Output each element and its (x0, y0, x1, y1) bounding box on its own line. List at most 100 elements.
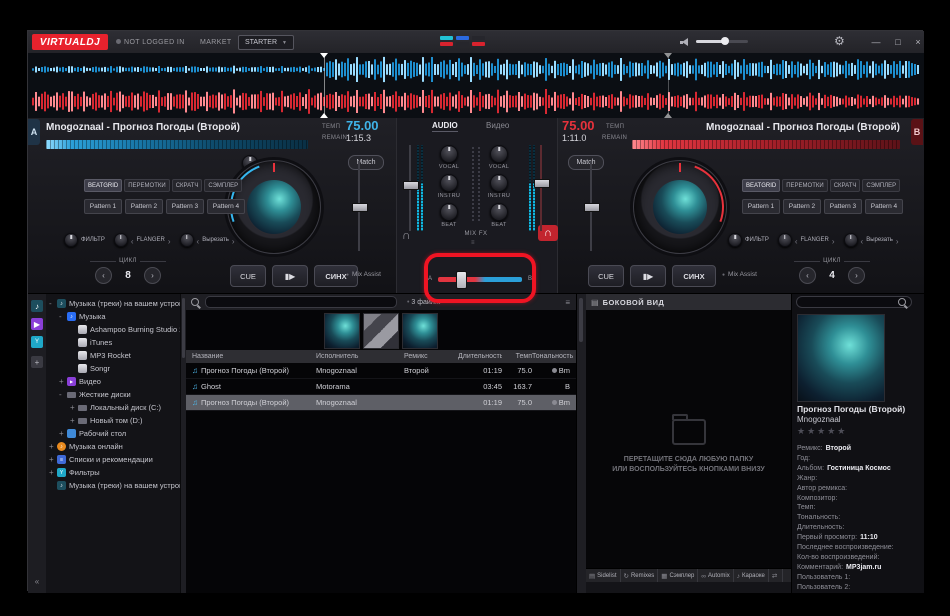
close-button[interactable]: × (910, 34, 926, 49)
expander-icon[interactable]: - (59, 390, 67, 399)
mix-assist-toggle[interactable]: Mix Assist (346, 271, 381, 278)
search-input[interactable] (205, 296, 397, 308)
cue-button[interactable]: CUE (230, 265, 266, 287)
view-toggle-icon[interactable]: ≡ (565, 298, 570, 307)
pad-tab[interactable]: BEATGRID (84, 179, 122, 192)
pad-tab[interactable]: ПЕРЕМОТКИ (124, 179, 169, 192)
tree-item[interactable]: + Музыка онлайн (46, 440, 180, 453)
play-pause-button[interactable]: ▮▶ (272, 265, 308, 287)
pad-tab[interactable]: СКРАТЧ (172, 179, 203, 192)
effect-prev-icon[interactable] (861, 231, 864, 249)
loop-half-button[interactable]: ‹ (799, 267, 816, 284)
table-row[interactable]: ♫Прогноз Погоды (Второй) Mnogoznaal 01:1… (186, 395, 576, 411)
deck-b-waveform[interactable] (32, 87, 920, 116)
tree-scrollbar-thumb[interactable] (182, 298, 185, 358)
deck-b-track-overview[interactable] (632, 140, 900, 149)
table-row[interactable]: ♫Ghost Motorama 03:45 163.7 B (186, 379, 576, 395)
deck-b-volume-fader[interactable] (540, 145, 542, 231)
expander-icon[interactable]: + (59, 429, 67, 438)
pattern-button[interactable]: Pattern 3 (166, 199, 204, 214)
toolbar-item[interactable]: ▤ Sidelist (586, 569, 621, 583)
mix-fx-icon[interactable]: ≡ (471, 240, 475, 246)
toolbar-item[interactable]: ♪ Караоке (734, 569, 769, 583)
deck-b-pitch-slider[interactable] (584, 161, 598, 251)
deck-b-volume-handle[interactable] (534, 179, 550, 188)
tree-item[interactable]: Songr (46, 362, 180, 375)
expander-icon[interactable]: + (49, 468, 57, 477)
edition-selector[interactable]: STARTER▼ (238, 35, 294, 50)
effect-prev-icon[interactable] (131, 231, 134, 249)
pad-tab[interactable]: СЭМПЛЕР (862, 179, 900, 192)
effect-next-icon[interactable] (168, 231, 171, 249)
vocal-knob[interactable] (440, 145, 458, 163)
effect-knob[interactable] (180, 233, 194, 247)
expander-icon[interactable]: + (70, 403, 78, 412)
tree-item[interactable]: Ashampoo Burning Studio 2019 (46, 323, 180, 336)
effect-knob[interactable] (844, 233, 858, 247)
tree-item[interactable]: MP3 Rocket (46, 349, 180, 362)
effect-next-icon[interactable] (832, 231, 835, 249)
deck-b-jog-wheel[interactable] (633, 160, 727, 254)
effect-label[interactable]: FLANGER (137, 237, 165, 243)
tree-item[interactable]: + Рабочий стол (46, 427, 180, 440)
tree-item[interactable]: + Списки и рекомендации (46, 453, 180, 466)
play-pause-button[interactable]: ▮▶ (630, 265, 666, 287)
vocal-knob[interactable] (490, 145, 508, 163)
mix-assist-toggle[interactable]: Mix Assist (722, 271, 757, 278)
tree-item[interactable]: + Фильтры (46, 466, 180, 479)
info-search-box[interactable] (796, 296, 912, 308)
music-icon[interactable]: ♪ (31, 300, 43, 312)
expander-icon[interactable]: + (70, 416, 78, 425)
pad-tab[interactable]: СЭМПЛЕР (204, 179, 242, 192)
pattern-button[interactable]: Pattern 2 (125, 199, 163, 214)
deck-a-volume-handle[interactable] (403, 181, 419, 190)
pad-tab[interactable]: ПЕРЕМОТКИ (782, 179, 827, 192)
pattern-button[interactable]: Pattern 4 (207, 199, 245, 214)
beat-knob[interactable] (440, 203, 458, 221)
toolbar-item[interactable]: ∞ Automix (698, 569, 733, 583)
expander-icon[interactable]: + (59, 377, 67, 386)
tree-item[interactable]: Музыка (треки) на вашем устройстве (1) (46, 479, 180, 492)
list-scrollbar-thumb[interactable] (579, 298, 583, 342)
tree-item[interactable]: - Музыка (46, 310, 180, 323)
effect-label[interactable]: FLANGER (801, 237, 829, 243)
drop-zone[interactable]: ПЕРЕТАЩИТЕ СЮДА ЛЮБУЮ ПАПКУ ИЛИ ВОСПОЛЬЗ… (586, 419, 791, 475)
effect-label[interactable]: Вырезать (866, 237, 893, 243)
loop-double-button[interactable]: › (144, 267, 161, 284)
info-search-input[interactable] (802, 298, 898, 307)
album-thumbnail[interactable] (363, 313, 399, 349)
tree-item[interactable]: iTunes (46, 336, 180, 349)
column-header[interactable]: Ремикс (404, 353, 458, 360)
deck-a-waveform[interactable] (32, 55, 920, 84)
toolbar-item[interactable]: ↻ Remixes (621, 569, 659, 583)
toolbar-item[interactable]: ▦ Сэмплер (658, 569, 698, 583)
pitch-handle[interactable] (584, 203, 600, 212)
sync-button[interactable]: СИНХ (672, 265, 716, 287)
pitch-handle[interactable] (352, 203, 368, 212)
filter-knob[interactable] (64, 233, 78, 247)
tree-item[interactable]: - Музыка (треки) на вашем устройстве (46, 297, 180, 310)
column-header[interactable]: Темп (502, 353, 532, 360)
deck-a-track-overview[interactable] (46, 140, 308, 149)
expander-icon[interactable]: + (49, 442, 57, 451)
pad-tab[interactable]: BEATGRID (742, 179, 780, 192)
settings-gear-icon[interactable]: ⚙ (834, 34, 845, 48)
add-icon[interactable]: + (31, 356, 43, 368)
column-header[interactable]: Тональность (532, 353, 576, 360)
star-rating[interactable]: ★★★★★ (797, 426, 847, 437)
album-thumbnail[interactable] (402, 313, 438, 349)
effect-prev-icon[interactable] (795, 231, 798, 249)
effect-knob[interactable] (778, 233, 792, 247)
column-header[interactable]: Название (186, 353, 316, 360)
table-row[interactable]: ♫Прогноз Погоды (Второй) Mnogoznaal Втор… (186, 363, 576, 379)
toolbar-item[interactable]: ⇄ (769, 569, 783, 583)
deck-a-pitch-slider[interactable] (352, 161, 366, 251)
effect-next-icon[interactable] (896, 231, 899, 249)
pad-tab[interactable]: СКРАТЧ (830, 179, 861, 192)
tree-item[interactable]: - Жесткие диски (46, 388, 180, 401)
tree-item[interactable]: + Видео (46, 375, 180, 388)
effect-prev-icon[interactable] (197, 231, 200, 249)
pattern-button[interactable]: Pattern 3 (824, 199, 862, 214)
pattern-button[interactable]: Pattern 4 (865, 199, 903, 214)
instru-knob[interactable] (440, 174, 458, 192)
